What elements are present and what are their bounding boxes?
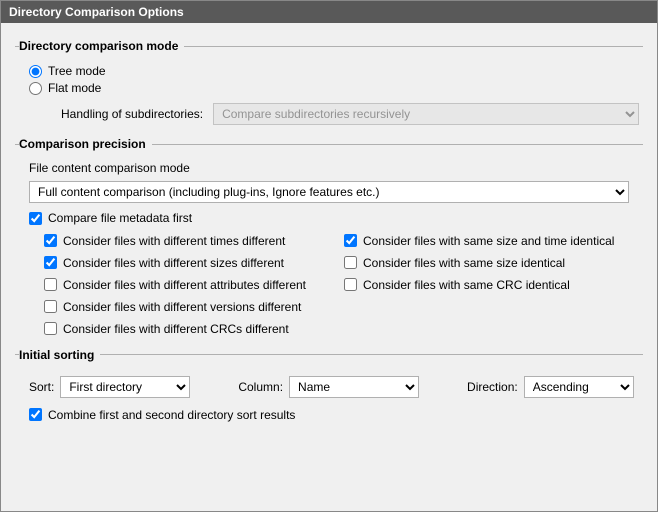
direction-label: Direction: [467, 380, 518, 394]
checkbox-compare-metadata-first-input[interactable] [29, 212, 42, 225]
checkbox-compare-metadata-first[interactable]: Compare file metadata first [29, 211, 192, 225]
direction-select[interactable]: Ascending [524, 376, 634, 398]
checkbox-diff-sizes[interactable]: Consider files with different sizes diff… [44, 256, 344, 270]
checkbox-same-size[interactable]: Consider files with same size identical [344, 256, 639, 270]
legend-directory-mode: Directory comparison mode [19, 39, 184, 53]
file-content-mode-label: File content comparison mode [19, 161, 639, 175]
checkbox-diff-versions-label: Consider files with different versions d… [63, 300, 301, 314]
checkbox-diff-crcs-label: Consider files with different CRCs diffe… [63, 322, 289, 336]
legend-initial-sorting: Initial sorting [19, 348, 100, 362]
column-label: Column: [238, 380, 283, 394]
sort-label: Sort: [29, 380, 54, 394]
radio-flat-mode[interactable]: Flat mode [29, 81, 101, 95]
subdir-handling-select: Compare subdirectories recursively [213, 103, 639, 125]
checkbox-diff-versions[interactable]: Consider files with different versions d… [44, 300, 344, 314]
group-directory-mode: Directory comparison mode Tree mode Flat… [15, 39, 643, 129]
checkbox-same-size-time-input[interactable] [344, 234, 357, 247]
window: Directory Comparison Options Directory c… [0, 0, 658, 512]
window-title: Directory Comparison Options [1, 1, 657, 23]
sort-select[interactable]: First directory [60, 376, 190, 398]
radio-tree-mode[interactable]: Tree mode [29, 64, 106, 78]
radio-tree-mode-input[interactable] [29, 65, 42, 78]
radio-flat-mode-input[interactable] [29, 82, 42, 95]
checkbox-diff-sizes-input[interactable] [44, 256, 57, 269]
checkbox-diff-times[interactable]: Consider files with different times diff… [44, 234, 344, 248]
column-select[interactable]: Name [289, 376, 419, 398]
checkbox-same-size-input[interactable] [344, 256, 357, 269]
content-area: Directory comparison mode Tree mode Flat… [1, 23, 657, 442]
radio-tree-mode-label: Tree mode [48, 64, 106, 78]
subdir-handling-label: Handling of subdirectories: [61, 107, 213, 121]
checkbox-same-size-time[interactable]: Consider files with same size and time i… [344, 234, 639, 248]
checkbox-same-size-label: Consider files with same size identical [363, 256, 565, 270]
content-mode-select[interactable]: Full content comparison (including plug-… [29, 181, 629, 203]
checkbox-combine-results-label: Combine first and second directory sort … [48, 408, 295, 422]
checkbox-same-crc[interactable]: Consider files with same CRC identical [344, 278, 639, 292]
checkbox-same-crc-input[interactable] [344, 278, 357, 291]
checkbox-diff-attrs-label: Consider files with different attributes… [63, 278, 306, 292]
radio-flat-mode-label: Flat mode [48, 81, 101, 95]
checkbox-diff-attrs-input[interactable] [44, 278, 57, 291]
checkbox-diff-crcs-input[interactable] [44, 322, 57, 335]
checkbox-same-crc-label: Consider files with same CRC identical [363, 278, 570, 292]
checkbox-diff-times-label: Consider files with different times diff… [63, 234, 285, 248]
checkbox-compare-metadata-first-label: Compare file metadata first [48, 211, 192, 225]
checkbox-same-size-time-label: Consider files with same size and time i… [363, 234, 614, 248]
checkbox-diff-versions-input[interactable] [44, 300, 57, 313]
group-initial-sorting: Initial sorting Sort: First directory Co… [15, 348, 643, 429]
checkbox-diff-crcs[interactable]: Consider files with different CRCs diffe… [44, 322, 344, 336]
legend-comparison-precision: Comparison precision [19, 137, 152, 151]
checkbox-combine-results-input[interactable] [29, 408, 42, 421]
checkbox-diff-attrs[interactable]: Consider files with different attributes… [44, 278, 344, 292]
group-comparison-precision: Comparison precision File content compar… [15, 137, 643, 340]
checkbox-diff-times-input[interactable] [44, 234, 57, 247]
checkbox-diff-sizes-label: Consider files with different sizes diff… [63, 256, 284, 270]
checkbox-combine-results[interactable]: Combine first and second directory sort … [29, 408, 295, 422]
